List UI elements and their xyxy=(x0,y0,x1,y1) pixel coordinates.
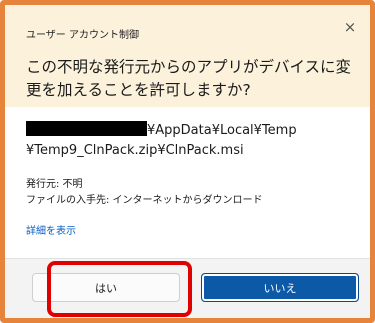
file-path-line2: ¥Temp9_ClnPack.zip¥ClnPack.msi xyxy=(26,143,244,158)
file-path-line1: ¥AppData¥Local¥Temp xyxy=(147,123,297,138)
publisher-label: 発行元: 不明 xyxy=(26,179,83,190)
dialog-content: ¥AppData¥Local¥Temp ¥Temp9_ClnPack.zip¥C… xyxy=(5,107,370,258)
close-icon[interactable]: × xyxy=(342,19,358,35)
dialog-app-title: ユーザー アカウント制御 xyxy=(26,30,139,41)
no-button[interactable]: いいえ xyxy=(201,273,359,302)
dialog-footer: はい いいえ xyxy=(5,258,370,318)
dialog-header: ユーザー アカウント制御 × この不明な発行元からのアプリがデバイスに変更を加え… xyxy=(5,5,370,107)
file-metadata: 発行元: 不明 ファイルの入手先: インターネットからダウンロード xyxy=(26,177,263,209)
file-path: ¥AppData¥Local¥Temp ¥Temp9_ClnPack.zip¥C… xyxy=(26,121,356,161)
origin-label: ファイルの入手先: インターネットからダウンロード xyxy=(26,195,263,206)
yes-button[interactable]: はい xyxy=(32,273,180,302)
dialog-question: この不明な発行元からのアプリがデバイスに変更を加えることを許可しますか? xyxy=(26,58,352,99)
redacted-username xyxy=(26,121,147,136)
show-details-link[interactable]: 詳細を表示 xyxy=(26,222,76,237)
